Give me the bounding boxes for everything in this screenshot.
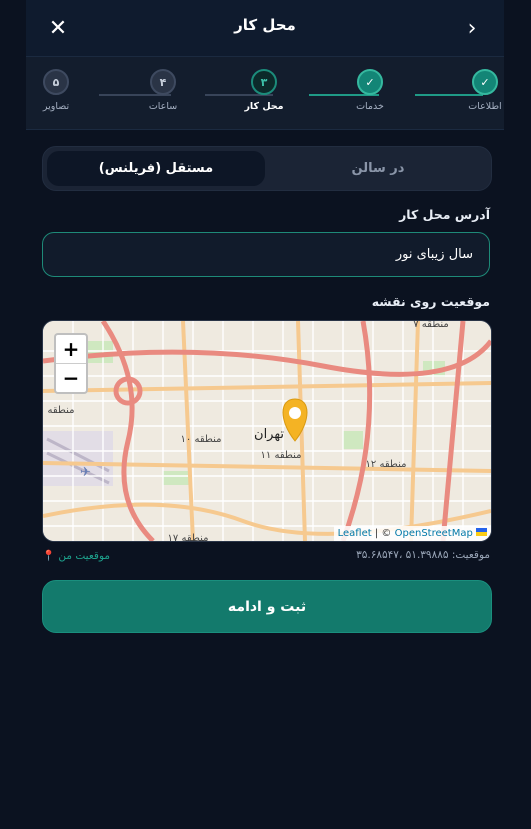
step-circle: ۳ xyxy=(251,69,277,95)
address-label: آدرس محل کار xyxy=(399,207,490,222)
map-zoom-control: + − xyxy=(54,333,88,394)
ukraine-flag-icon xyxy=(476,528,487,536)
map-city-label: تهران xyxy=(254,427,284,442)
step-circle: ۴ xyxy=(150,69,176,95)
leaflet-link[interactable]: Leaflet xyxy=(338,528,372,539)
step-info[interactable]: ✓ اطلاعات xyxy=(455,69,515,112)
zoom-in-button[interactable]: + xyxy=(56,335,86,363)
my-location-button[interactable]: 📍 موقعیت من xyxy=(42,549,110,562)
step-photos[interactable]: ۵ تصاویر xyxy=(26,69,86,112)
back-arrow-icon[interactable]: › xyxy=(456,12,488,44)
step-workplace[interactable]: ۳ محل کار xyxy=(234,69,294,112)
step-services[interactable]: ✓ خدمات xyxy=(340,69,400,112)
address-input[interactable] xyxy=(57,246,475,263)
pin-icon: 📍 xyxy=(42,550,56,562)
step-label: ساعات xyxy=(148,101,178,112)
map-attribution: Leaflet | © OpenStreetMap xyxy=(333,526,491,541)
map-tiles: منطقه ۱۰ منطقه ۱۱ منطقه ۱۲ منطقه ۷ منطقه… xyxy=(43,321,491,541)
location-map[interactable]: منطقه ۱۰ منطقه ۱۱ منطقه ۱۲ منطقه ۷ منطقه… xyxy=(42,320,492,542)
submit-button[interactable]: ثبت و ادامه xyxy=(42,580,492,633)
step-label: خدمات xyxy=(356,101,384,112)
zoom-out-button[interactable]: − xyxy=(56,363,86,392)
my-location-label: موقعیت من xyxy=(58,550,110,562)
step-label: تصاویر xyxy=(42,101,70,112)
attribution-separator: | © xyxy=(374,528,392,539)
coordinates-text: موقعیت: ۵۱.۳۹۸۸۵ ،۳۵.۶۸۵۴۷ xyxy=(356,549,490,561)
step-circle: ✓ xyxy=(357,69,383,95)
map-region-label: منطقه ۱۰ xyxy=(181,434,222,445)
step-circle: ✓ xyxy=(472,69,498,95)
progress-stepper: ✓ اطلاعات ✓ خدمات ۳ محل کار ۴ ساعات ۵ تص… xyxy=(26,57,504,130)
map-label: موقعیت روی نقشه xyxy=(371,294,490,309)
address-field[interactable] xyxy=(42,232,490,277)
page-title: محل کار xyxy=(234,16,296,34)
osm-link[interactable]: OpenStreetMap xyxy=(395,528,473,539)
map-region-label: منطقه xyxy=(48,405,75,416)
step-circle: ۵ xyxy=(43,69,69,95)
map-region-label: منطقه ۷ xyxy=(413,321,449,330)
map-region-label: منطقه ۱۲ xyxy=(366,459,407,470)
map-region-label: منطقه ۱۷ xyxy=(168,533,209,541)
map-region-label: منطقه ۱۱ xyxy=(261,450,302,461)
location-type-toggle: مستقل (فریلنس) در سالن xyxy=(42,146,492,191)
step-label: اطلاعات xyxy=(468,101,502,112)
option-salon[interactable]: در سالن xyxy=(269,151,487,186)
option-freelance[interactable]: مستقل (فریلنس) xyxy=(47,151,265,186)
airport-icon: ✈ xyxy=(80,465,91,480)
step-hours[interactable]: ۴ ساعات xyxy=(133,69,193,112)
step-label: محل کار xyxy=(244,101,284,112)
header-bar: ✕ محل کار › xyxy=(26,0,504,57)
